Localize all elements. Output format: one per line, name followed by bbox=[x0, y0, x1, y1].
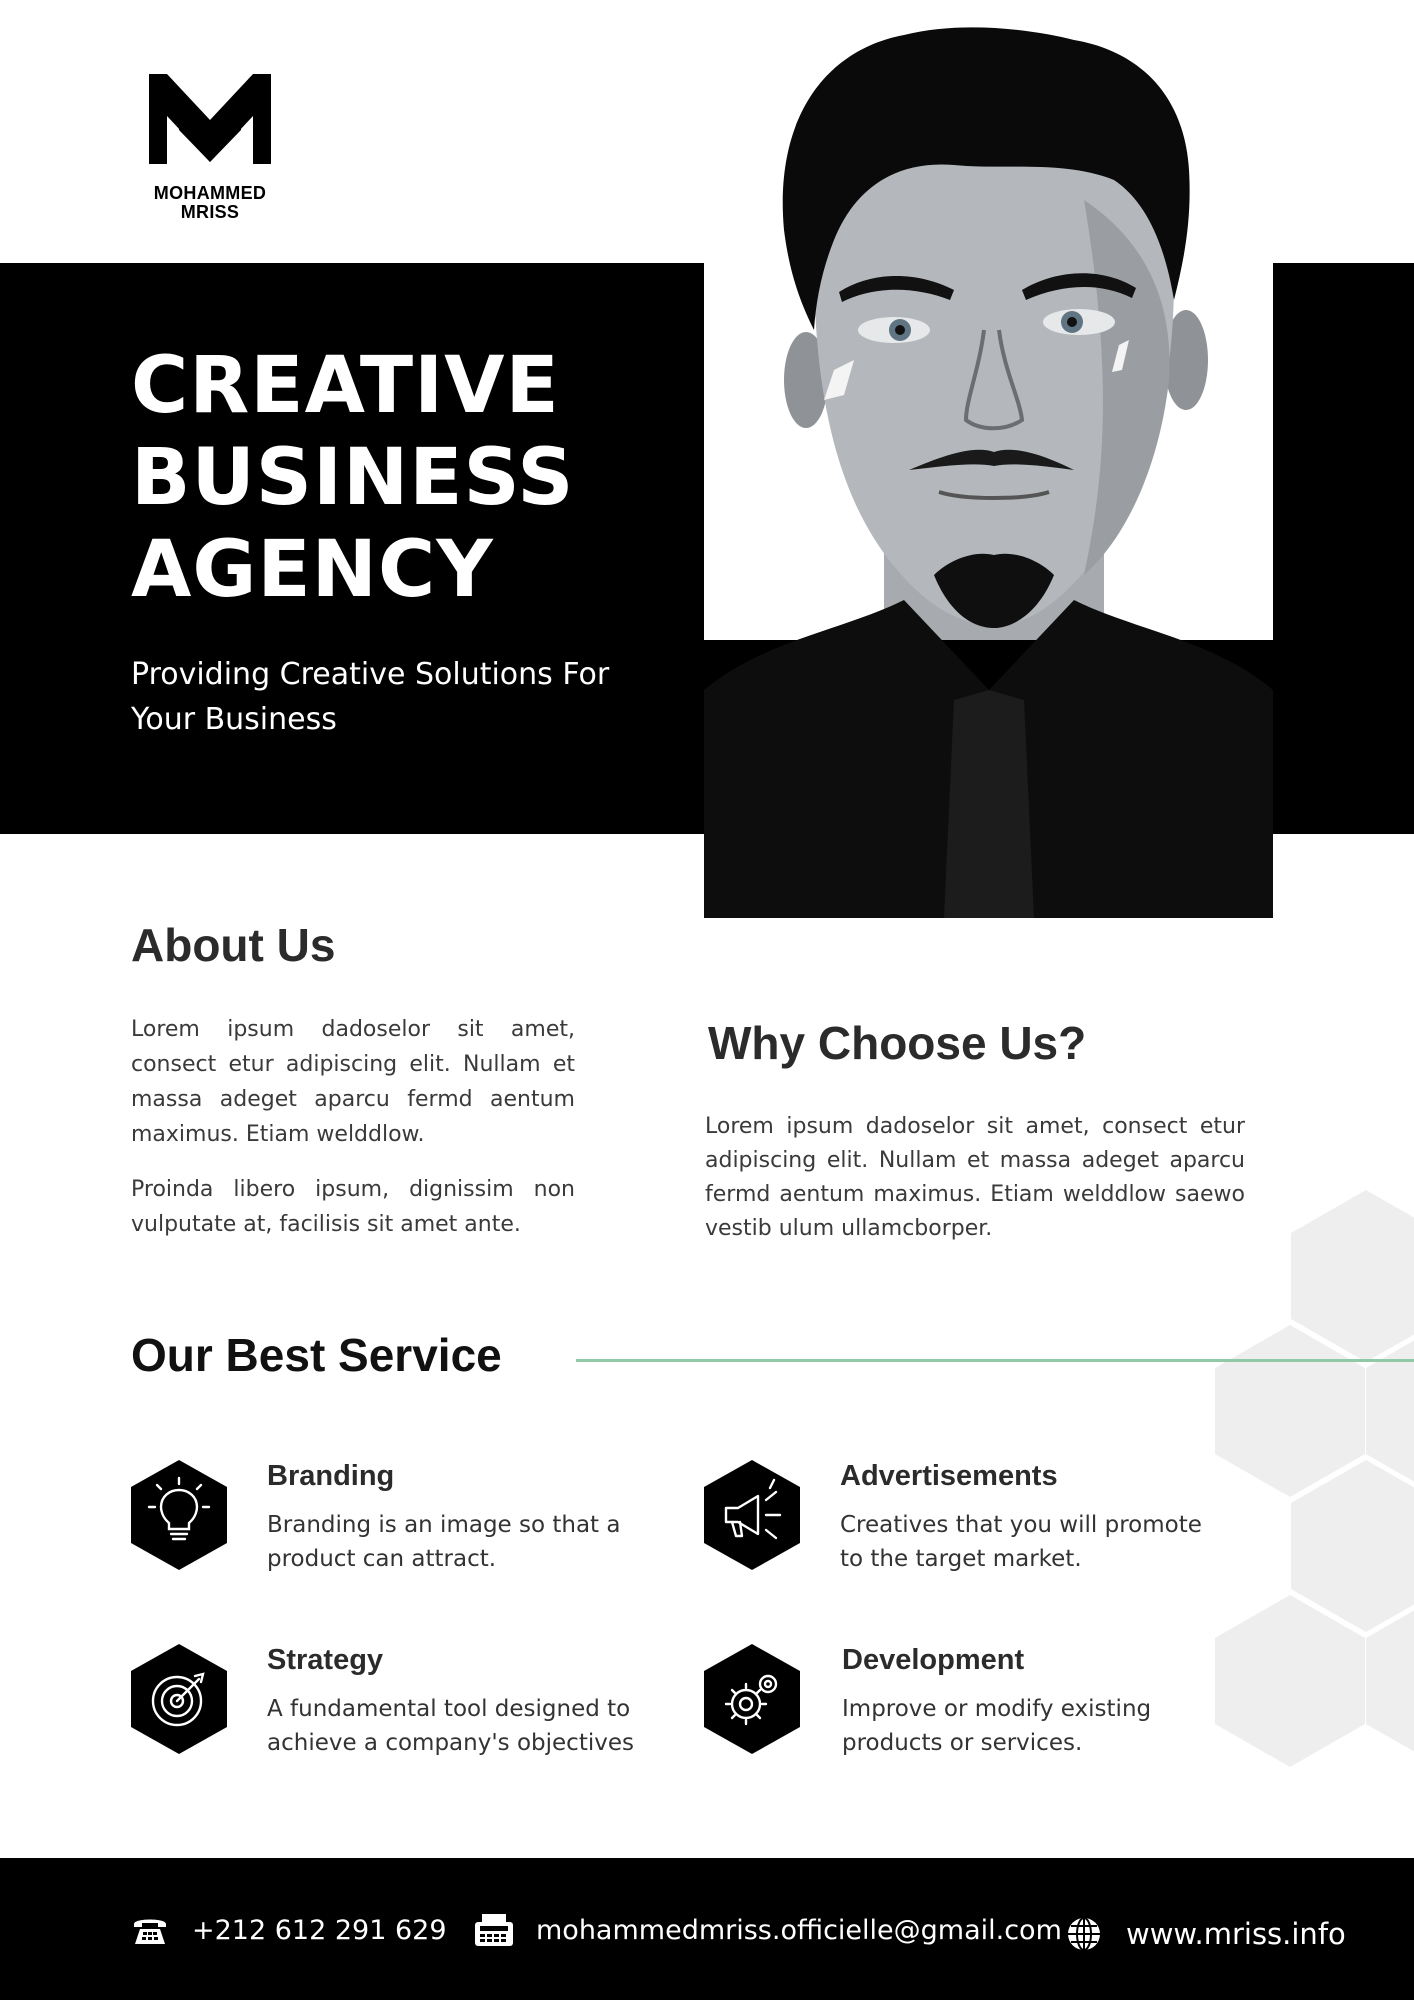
hexagon-decoration bbox=[1200, 1180, 1414, 1780]
service-description: Creatives that you will promote to the t… bbox=[840, 1512, 1202, 1572]
service-title: Development bbox=[842, 1644, 1025, 1676]
service-title: Advertisements bbox=[840, 1460, 1058, 1492]
portrait-image bbox=[704, 0, 1273, 918]
megaphone-icon bbox=[704, 1460, 800, 1570]
service-title: Strategy bbox=[267, 1644, 384, 1676]
why-paragraph: Lorem ipsum dadoselor sit amet, consect … bbox=[705, 1114, 1245, 1241]
footer-website[interactable]: www.mriss.info bbox=[1064, 1916, 1346, 1952]
gears-icon bbox=[704, 1644, 800, 1754]
service-item-strategy: Strategy A fundamental tool designed to … bbox=[131, 1644, 651, 1764]
service-item-development: Development Improve or modify existing p… bbox=[704, 1644, 1224, 1764]
footer-phone[interactable]: +212 612 291 629 bbox=[130, 1912, 447, 1948]
logo-m-mark bbox=[149, 74, 271, 164]
service-item-advertisements: Advertisements Creatives that you will p… bbox=[704, 1460, 1224, 1580]
why-title: Why Choose Us? bbox=[708, 1017, 1087, 1069]
hero-title: CREATIVE BUSINESS AGENCY bbox=[131, 341, 575, 615]
logo-text: MOHAMMED MRISS bbox=[153, 183, 267, 222]
lightbulb-icon bbox=[131, 1460, 227, 1570]
email-address: mohammedmriss.officielle@gmail.com bbox=[536, 1914, 1062, 1946]
service-description: A fundamental tool designed to achieve a… bbox=[267, 1696, 634, 1756]
fax-machine-icon bbox=[474, 1912, 514, 1948]
footer: +212 612 291 629 mohammedmriss.officiell… bbox=[0, 1858, 1414, 2000]
globe-icon bbox=[1064, 1916, 1104, 1952]
phone-number: +212 612 291 629 bbox=[192, 1914, 447, 1946]
services-title: Our Best Service bbox=[131, 1329, 502, 1381]
hero-subtitle: Providing Creative Solutions For Your Bu… bbox=[131, 657, 610, 737]
service-item-branding: Branding Branding is an image so that a … bbox=[131, 1460, 651, 1580]
service-title: Branding bbox=[267, 1460, 395, 1492]
about-title: About Us bbox=[131, 919, 336, 971]
about-body: Lorem ipsum dadoselor sit amet, consect … bbox=[131, 1012, 575, 1242]
service-description: Branding is an image so that a product c… bbox=[267, 1512, 621, 1572]
phone-icon bbox=[130, 1912, 170, 1948]
services-divider bbox=[576, 1359, 1414, 1362]
website-url: www.mriss.info bbox=[1126, 1917, 1346, 1951]
footer-email[interactable]: mohammedmriss.officielle@gmail.com bbox=[474, 1912, 1062, 1948]
target-icon bbox=[131, 1644, 227, 1754]
about-paragraph-2: Proinda libero ipsum, dignissim non vulp… bbox=[131, 1177, 575, 1237]
brand-logo: MOHAMMED MRISS bbox=[146, 74, 274, 222]
about-paragraph-1: Lorem ipsum dadoselor sit amet, consect … bbox=[131, 1017, 575, 1147]
service-description: Improve or modify existing products or s… bbox=[842, 1696, 1152, 1756]
